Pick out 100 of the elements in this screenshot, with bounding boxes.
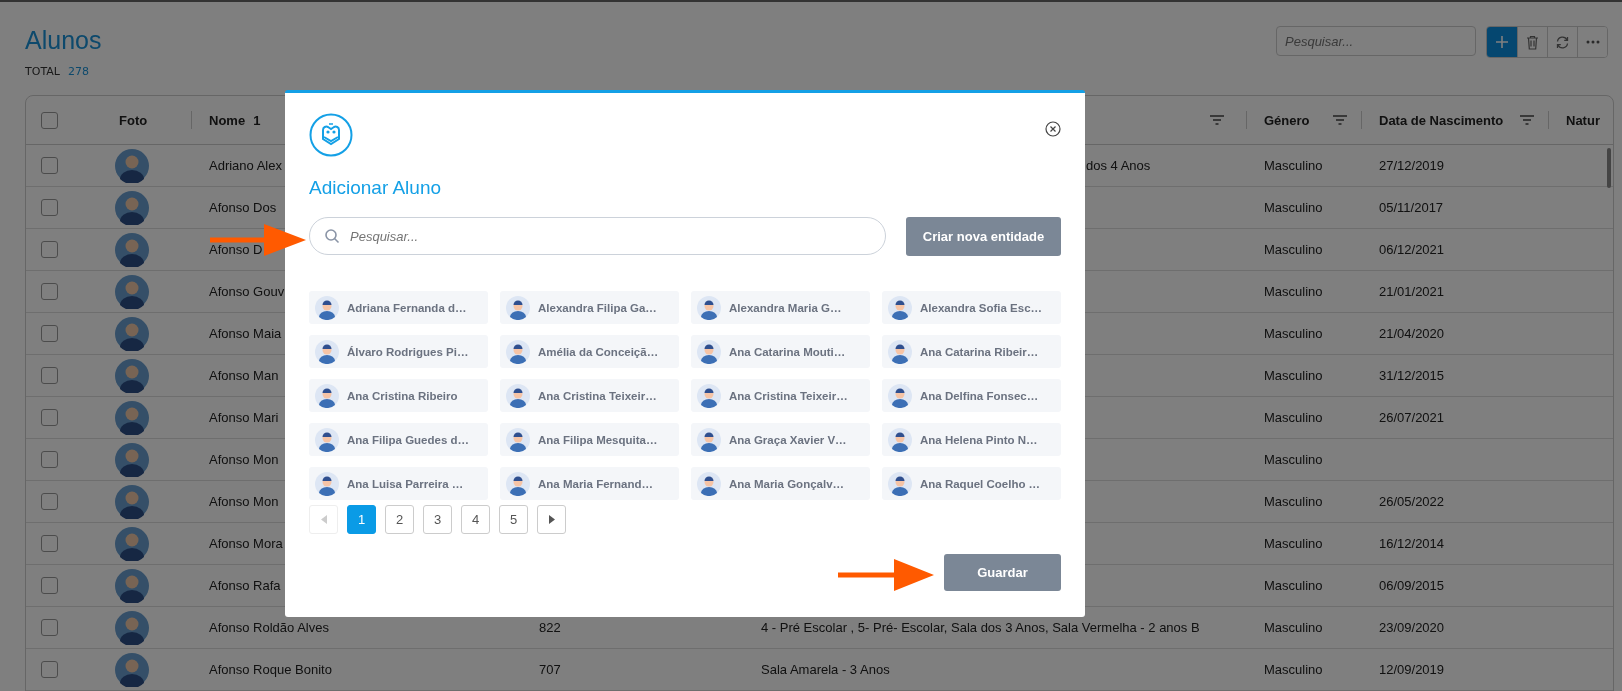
checkbox[interactable] <box>41 283 58 300</box>
student-chip[interactable]: Ana Cristina Teixeir… <box>691 379 870 412</box>
arrow-icon <box>210 222 306 258</box>
checkbox[interactable] <box>41 325 58 342</box>
table-cell: Afonso Mari <box>209 410 279 425</box>
search-icon <box>324 228 340 244</box>
caret-icon <box>320 515 327 524</box>
avatar-icon <box>506 471 530 496</box>
table-cell: Afonso Dos <box>209 200 277 215</box>
next-page-button[interactable] <box>537 505 566 534</box>
add-button[interactable] <box>1487 27 1517 57</box>
table-cell: dos 4 Anos <box>1086 158 1151 173</box>
table-cell: Sala Amarela - 3 Anos <box>761 662 890 677</box>
table-cell: Masculino <box>1264 368 1323 383</box>
filter-icon[interactable] <box>1210 115 1224 125</box>
column-header[interactable]: Data de Nascimento <box>1379 112 1504 128</box>
column-header[interactable]: Natur <box>1566 112 1600 128</box>
table-cell: Afonso Gouv <box>209 284 285 299</box>
avatar-icon <box>315 427 339 452</box>
trash-icon <box>1526 34 1539 50</box>
checkbox[interactable] <box>41 619 58 636</box>
student-chip[interactable]: Alexandra Filipa Ga… <box>500 291 679 324</box>
student-chip[interactable]: Ana Cristina Teixeir… <box>500 379 679 412</box>
student-chip[interactable]: Adriana Fernanda d… <box>309 291 488 324</box>
student-chip[interactable]: Ana Maria Gonçalv… <box>691 467 870 500</box>
table-cell: Masculino <box>1264 158 1323 173</box>
checkbox[interactable] <box>41 493 58 510</box>
student-chip[interactable]: Alexandra Maria G… <box>691 291 870 324</box>
close-icon[interactable] <box>1045 121 1061 137</box>
sort-index: 1 <box>253 112 261 128</box>
avatar-icon <box>888 295 912 320</box>
table-cell: Afonso D <box>209 242 263 257</box>
table-cell: Masculino <box>1264 410 1323 425</box>
logo-icon <box>309 113 353 157</box>
checkbox[interactable] <box>41 409 58 426</box>
avatar-icon <box>888 339 912 364</box>
table-cell: 06/12/2021 <box>1379 242 1445 257</box>
column-header[interactable]: Nome <box>209 112 246 128</box>
table-cell: Masculino <box>1264 662 1323 677</box>
avatar-icon <box>115 526 149 561</box>
refresh-icon <box>1555 34 1570 50</box>
student-chip[interactable]: Ana Filipa Guedes d… <box>309 423 488 456</box>
checkbox[interactable] <box>41 157 58 174</box>
avatar-icon <box>315 295 339 320</box>
student-chip[interactable]: Ana Luisa Parreira … <box>309 467 488 500</box>
create-button[interactable]: Criar nova entidade <box>906 217 1061 256</box>
page-button[interactable]: 1 <box>347 505 376 534</box>
table-cell: Masculino <box>1264 494 1323 509</box>
search-field[interactable]: Pesquisar... <box>309 217 886 255</box>
checkbox[interactable] <box>41 661 58 678</box>
avatar-icon <box>115 652 149 687</box>
checkbox[interactable] <box>41 577 58 594</box>
student-chip[interactable]: Ana Raquel Coelho … <box>882 467 1061 500</box>
student-chip[interactable]: Ana Cristina Ribeiro <box>309 379 488 412</box>
table-cell: Masculino <box>1264 578 1323 593</box>
student-chip[interactable]: Amélia da Conceiçã… <box>500 335 679 368</box>
avatar-icon <box>888 471 912 496</box>
table-cell: Afonso Maia <box>209 326 282 341</box>
filter-icon[interactable] <box>1520 115 1534 125</box>
table-cell: Afonso Rafa <box>209 578 281 593</box>
student-chip[interactable]: Ana Catarina Ribeir… <box>882 335 1061 368</box>
page-button[interactable]: 4 <box>461 505 490 534</box>
table-cell: Afonso Mon <box>209 452 279 467</box>
column-header[interactable]: Foto <box>119 112 148 128</box>
column-header[interactable]: Género <box>1264 112 1310 128</box>
student-chip[interactable]: Ana Helena Pinto N… <box>882 423 1061 456</box>
total-label: TOTAL <box>25 65 60 78</box>
table-cell: Adriano Alex <box>209 158 282 173</box>
page-button[interactable]: 5 <box>499 505 528 534</box>
checkbox[interactable] <box>41 451 58 468</box>
table-cell: 707 <box>539 662 561 677</box>
avatar-icon <box>115 274 149 309</box>
student-chip[interactable]: Ana Delfina Fonsec… <box>882 379 1061 412</box>
modal-title: Adicionar Aluno <box>309 177 443 199</box>
checkbox[interactable] <box>41 367 58 384</box>
student-chip[interactable]: Ana Filipa Mesquita… <box>500 423 679 456</box>
student-chip[interactable]: Alexandra Sofia Esc… <box>882 291 1061 324</box>
checkbox[interactable] <box>41 535 58 552</box>
filter-icon[interactable] <box>1333 115 1347 125</box>
checkbox[interactable] <box>41 199 58 216</box>
scrollbar[interactable] <box>1607 148 1611 188</box>
avatar-icon <box>115 610 149 645</box>
table-cell: 31/12/2015 <box>1379 368 1445 383</box>
checkbox[interactable] <box>41 111 58 129</box>
page-button[interactable]: 3 <box>423 505 452 534</box>
checkbox[interactable] <box>41 241 58 258</box>
save-button[interactable]: Guardar <box>944 554 1061 591</box>
student-chip[interactable]: Ana Graça Xavier V… <box>691 423 870 456</box>
table-cell: Masculino <box>1264 326 1323 341</box>
page-button[interactable]: 2 <box>385 505 414 534</box>
avatar-icon <box>115 190 149 225</box>
search-field[interactable]: Pesquisar... <box>1276 26 1476 56</box>
table-cell: Masculino <box>1264 452 1323 467</box>
avatar-icon <box>315 383 339 408</box>
more-button[interactable] <box>1577 27 1607 57</box>
table-cell: 4 - Pré Escolar , 5- Pré- Escolar, Sala dos 3 Anos, Sala Vermelha - 2 anos B <box>761 620 1200 635</box>
avatar-icon <box>115 400 149 435</box>
student-chip[interactable]: Álvaro Rodrigues Pi… <box>309 335 488 368</box>
student-chip[interactable]: Ana Maria Fernand… <box>500 467 679 500</box>
student-chip[interactable]: Ana Catarina Mouti… <box>691 335 870 368</box>
